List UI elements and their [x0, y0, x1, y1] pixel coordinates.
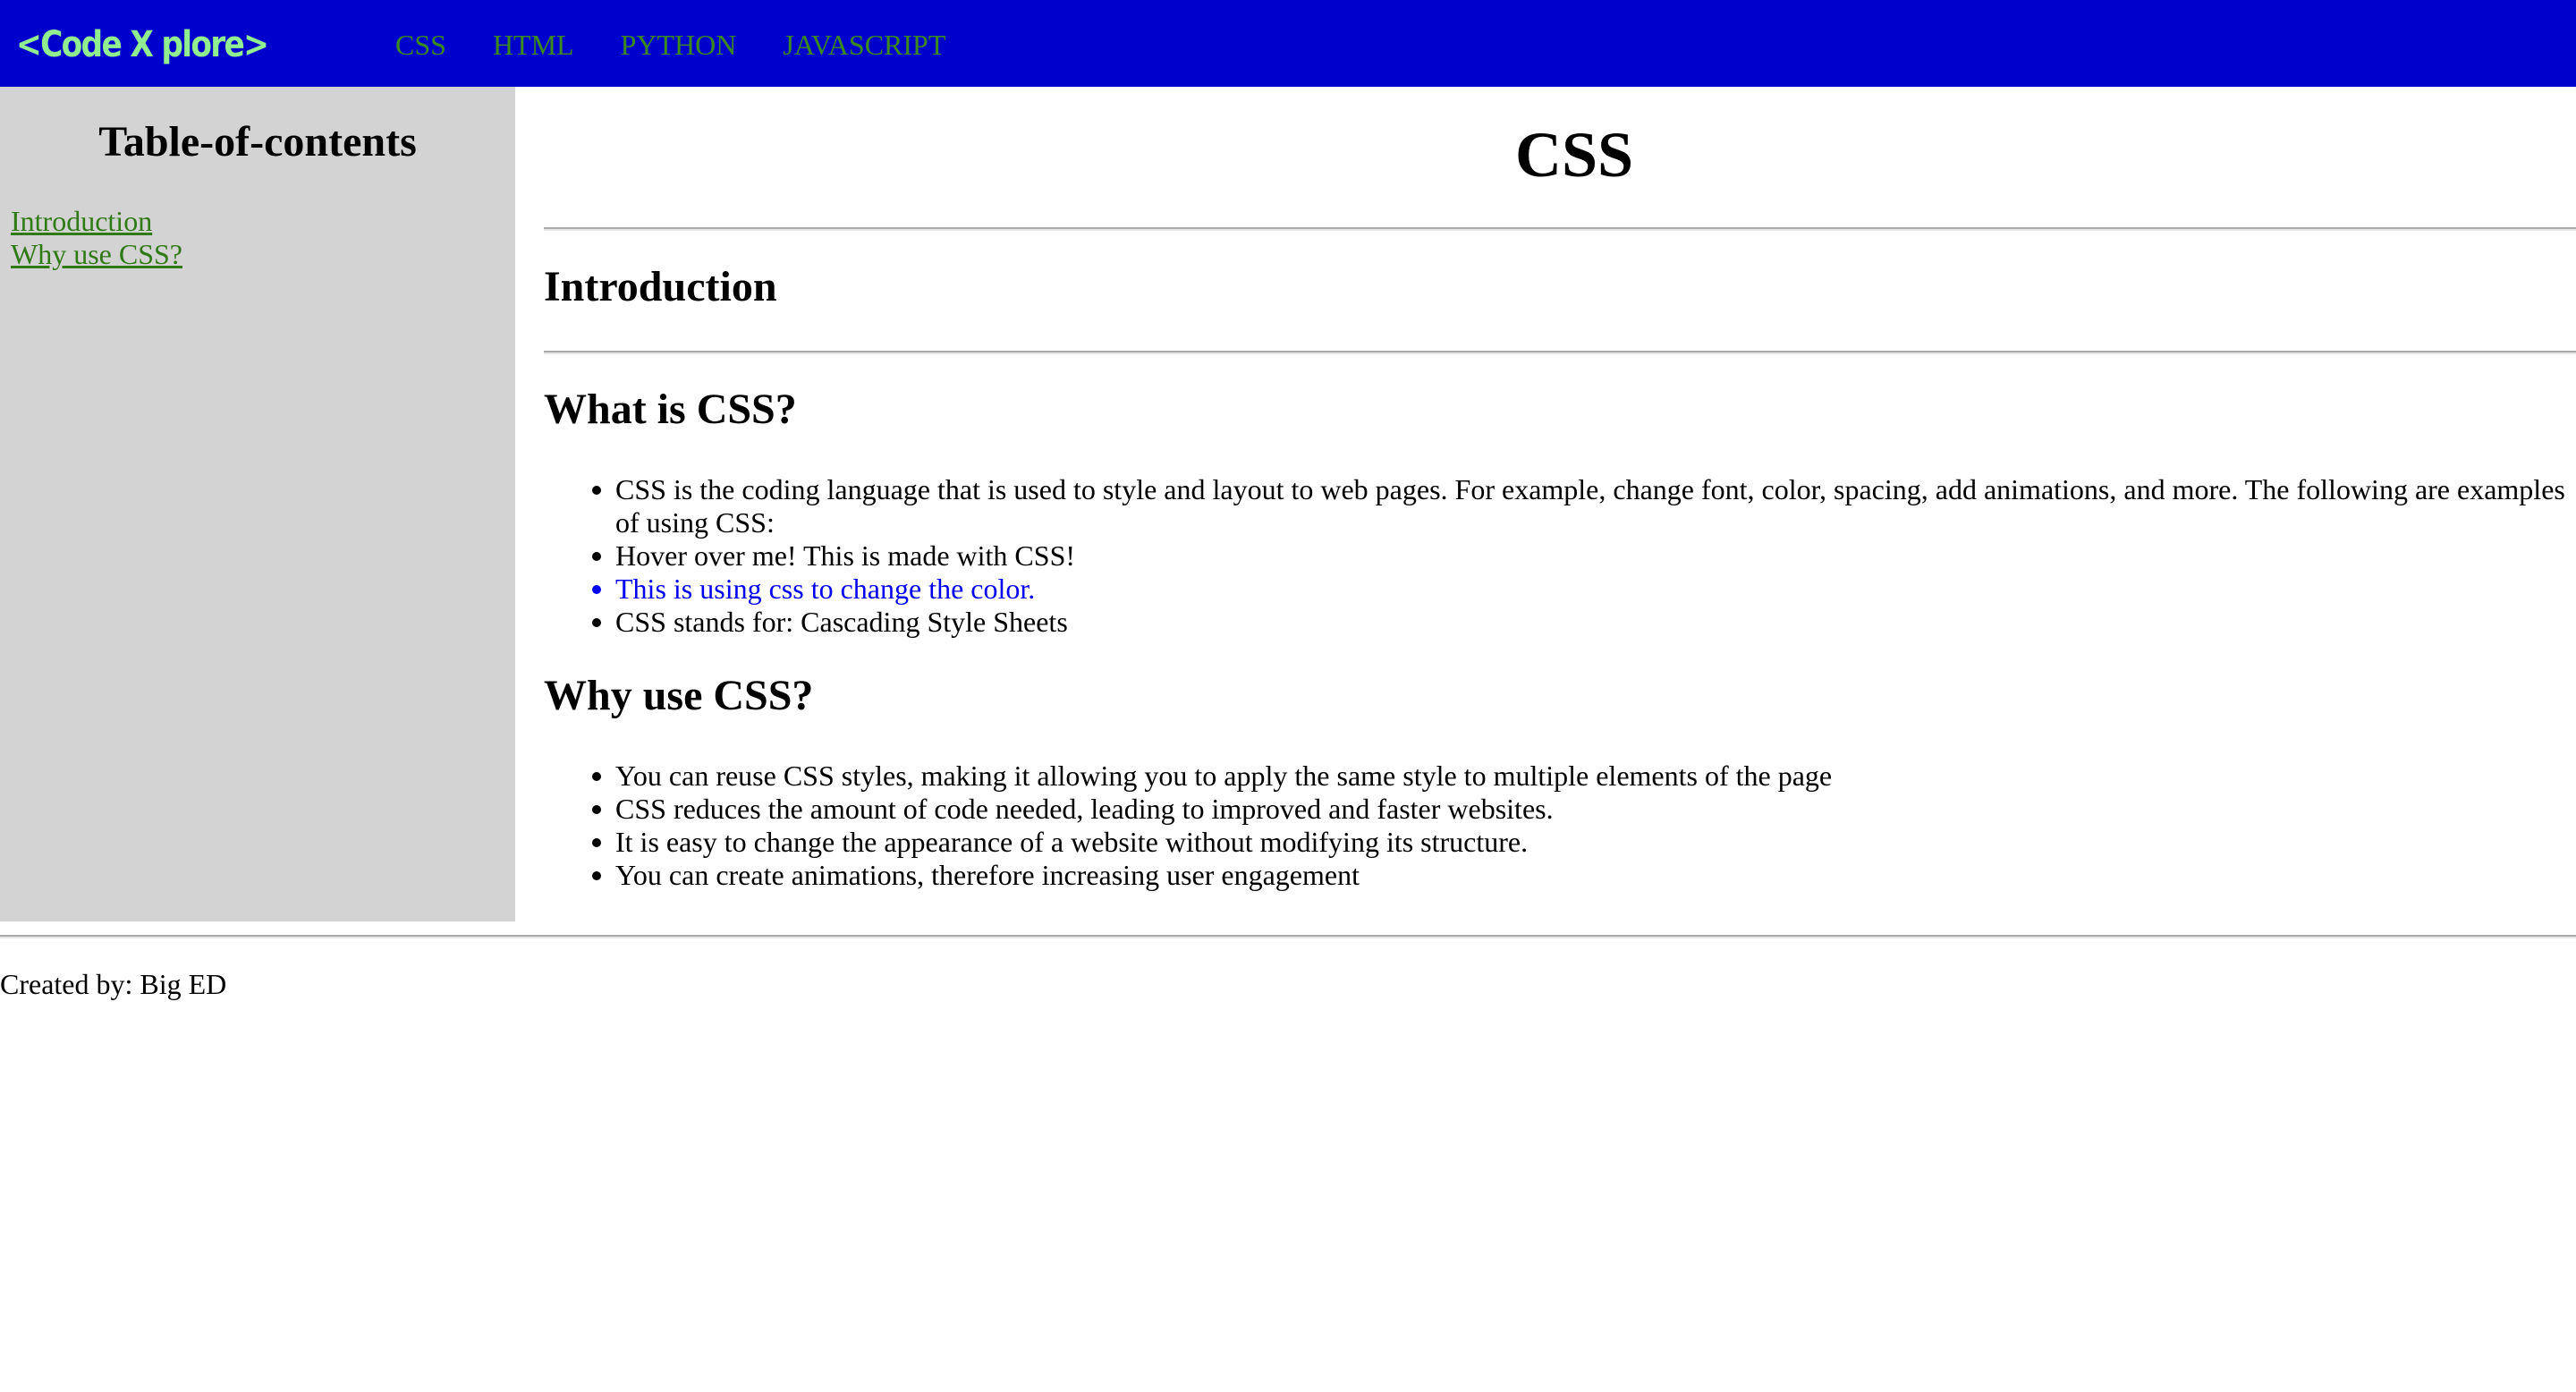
what-is-css-heading: What is CSS?: [544, 386, 797, 433]
top-navigation-bar: <Code X plore> CSS HTML PYTHON JAVASCRIP…: [0, 0, 2576, 87]
sidebar: Table-of-contents Introduction Why use C…: [0, 87, 515, 921]
nav-link-python[interactable]: PYTHON: [621, 25, 737, 64]
hover-demo-item[interactable]: Hover over me! This is made with CSS!: [592, 539, 2565, 573]
table-of-contents: Introduction Why use CSS?: [11, 205, 182, 271]
color-demo-item: This is using css to change the color.: [592, 573, 2565, 606]
list-item: You can reuse CSS styles, making it allo…: [592, 760, 2565, 793]
page-title: CSS: [1514, 119, 1634, 191]
divider: [544, 227, 2576, 231]
toc-link-introduction[interactable]: Introduction: [11, 205, 182, 238]
footer-credit: Created by: Big ED: [0, 968, 227, 1000]
nav-link-html[interactable]: HTML: [493, 25, 574, 64]
why-use-css-heading: Why use CSS?: [544, 672, 814, 719]
list-item: It is easy to change the appearance of a…: [592, 826, 2565, 859]
list-item: CSS is the coding language that is used …: [592, 473, 2565, 539]
main-content: CSS Introduction What is CSS? CSS is the…: [544, 87, 2576, 921]
main-nav: CSS HTML PYTHON JAVASCRIPT: [395, 25, 992, 64]
nav-link-css[interactable]: CSS: [395, 25, 446, 64]
list-item: CSS stands for: Cascading Style Sheets: [592, 606, 2565, 639]
sidebar-title: Table-of-contents: [98, 118, 417, 166]
list-item: You can create animations, therefore inc…: [592, 859, 2565, 892]
site-logo[interactable]: <Code X plore>: [16, 20, 269, 70]
list-item: CSS reduces the amount of code needed, l…: [592, 793, 2565, 826]
introduction-heading: Introduction: [544, 263, 777, 310]
what-is-css-list: CSS is the coding language that is used …: [592, 473, 2565, 639]
divider: [544, 351, 2576, 354]
why-use-css-list: You can reuse CSS styles, making it allo…: [592, 760, 2565, 892]
nav-link-javascript[interactable]: JAVASCRIPT: [783, 25, 945, 64]
toc-link-why-use-css[interactable]: Why use CSS?: [11, 238, 182, 271]
footer-divider: [0, 935, 2576, 938]
